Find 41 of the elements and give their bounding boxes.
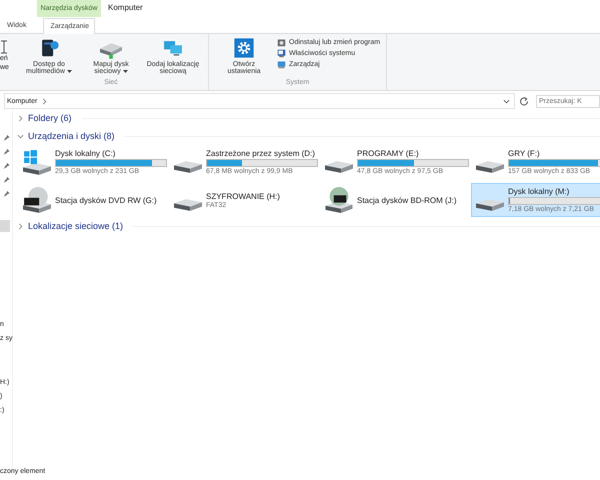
group-header[interactable]: Lokalizacje sieciowe (1) — [28, 221, 124, 231]
dropdown-icon — [66, 70, 72, 73]
computer-icon — [277, 49, 286, 58]
windows-drive-icon — [23, 148, 51, 176]
program-box-icon — [277, 38, 286, 47]
dropdown-icon[interactable] — [503, 98, 510, 104]
pin-icon[interactable] — [2, 162, 10, 170]
drive-name: SZYFROWANIE (H:) — [206, 192, 281, 200]
computer-manage-icon — [277, 60, 286, 69]
hard-drive-icon — [476, 198, 504, 212]
dropdown-icon — [122, 70, 128, 73]
group-header[interactable]: Urządzenia i dyski (8) — [28, 131, 115, 141]
hard-drive-icon — [476, 160, 504, 174]
collapse-chevron-icon[interactable] — [17, 132, 24, 140]
drive-item[interactable]: Stacja dysków DVD RW (G:) — [18, 183, 169, 217]
drive-item[interactable]: Stacja dysków BD-ROM (J:) — [320, 183, 471, 217]
hard-drive-icon — [174, 160, 202, 174]
dvd-drive-icon — [23, 186, 51, 214]
drive-name: Dysk lokalny (M:) — [508, 187, 570, 196]
hard-drive-icon — [174, 198, 202, 212]
drive-name: GRY (F:) — [508, 149, 541, 158]
drive-name: PROGRAMY (E:) — [357, 149, 420, 158]
group-header[interactable]: Foldery (6) — [28, 113, 72, 123]
expand-chevron-icon[interactable] — [17, 222, 24, 230]
hard-drive-icon — [325, 160, 353, 174]
settings-icon — [233, 37, 255, 59]
drive-name: Stacja dysków DVD RW (G:) — [55, 196, 158, 204]
network-drive-icon — [100, 43, 122, 59]
bd-drive-icon — [325, 186, 353, 214]
window-title: Komputer — [108, 3, 143, 12]
drive-name: Zastrzeżone przez system (D:) — [206, 149, 316, 158]
pin-icon[interactable] — [2, 134, 10, 142]
cursor-icon — [0, 40, 8, 54]
expand-chevron-icon[interactable] — [17, 114, 24, 122]
drive-name: Stacja dysków BD-ROM (J:) — [357, 196, 458, 204]
drive-name: Dysk lokalny (C:) — [55, 149, 116, 158]
pin-icon[interactable] — [2, 148, 10, 156]
chevron-icon[interactable] — [41, 98, 48, 104]
pin-icon[interactable] — [2, 190, 10, 198]
pin-icon[interactable] — [2, 176, 10, 184]
refresh-icon[interactable] — [519, 96, 529, 106]
